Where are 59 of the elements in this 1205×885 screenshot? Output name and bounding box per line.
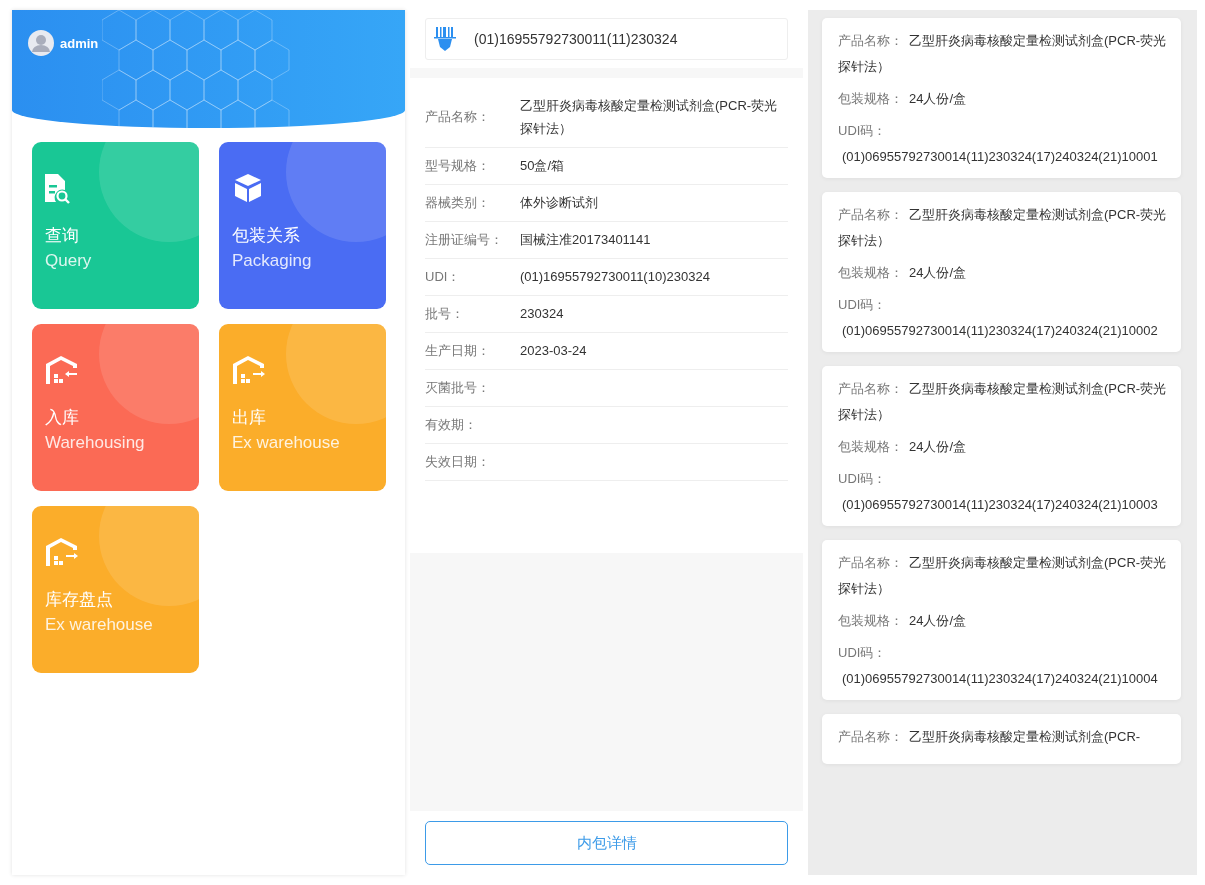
tile-title: 库存盘点 [45, 589, 113, 611]
avatar-icon [28, 30, 54, 56]
menu-tile[interactable]: 包装关系 Packaging [219, 142, 386, 309]
warehouse-out-icon [232, 354, 266, 386]
tile-title: 查询 [45, 225, 79, 247]
field-label: UDI码： [838, 297, 887, 312]
package-spec-text: 包装规格： 24人份/盒 [838, 438, 968, 456]
field-value: 国械注准20173401141 [520, 231, 652, 250]
menu-tile[interactable]: 出库 Ex warehouse [219, 324, 386, 491]
tile-subtitle: Query [45, 251, 92, 271]
field-label: UDI码： [838, 471, 887, 486]
tile-subtitle: Warehousing [45, 433, 145, 453]
field-label: 注册证编号： [425, 230, 504, 249]
product-name-text: 产品名称： 乙型肝炎病毒核酸定量检测试剂盒(PCR-荧光探针法） [838, 206, 1167, 250]
udi-code: (01)06955792730014(11)230324(17)240324(21)10001 [841, 148, 1159, 166]
field-value: (01)16955792730011(10)230324 [520, 268, 711, 287]
field-label: 器械类别： [425, 193, 491, 212]
product-name-text: 产品名称： 乙型肝炎病毒核酸定量检测试剂盒(PCR- [838, 728, 1142, 746]
product-name-text: 产品名称： 乙型肝炎病毒核酸定量检测试剂盒(PCR-荧光探针法） [838, 380, 1167, 424]
field-label: UDI码： [838, 645, 887, 660]
package-spec-text: 包装规格： 24人份/盒 [838, 90, 968, 108]
tile-subtitle: Ex warehouse [45, 615, 153, 635]
inner-package-details-button[interactable]: 内包详情 [425, 821, 788, 865]
warehouse-in-icon [45, 354, 79, 386]
tile-subtitle: Packaging [232, 251, 312, 271]
field-label: 生产日期： [425, 341, 491, 360]
field-value: 乙型肝炎病毒核酸定量检测试剂盒(PCR-荧光探针法） [520, 97, 779, 139]
tile-title: 入库 [45, 407, 79, 429]
scan-field[interactable]: (01)16955792730011(11)230324 [425, 18, 788, 60]
user-name: admin [60, 35, 99, 51]
tile-subtitle: Ex warehouse [232, 433, 340, 453]
field-label: 型号规格： [425, 156, 491, 175]
package-spec-text: 包装规格： 24人份/盒 [838, 264, 968, 282]
field-label: 失效日期： [425, 452, 491, 471]
field-label: UDI： [425, 267, 462, 286]
field-label: 灭菌批号： [425, 378, 491, 397]
udi-code: (01)06955792730014(11)230324(17)240324(21)10003 [841, 496, 1159, 514]
package-spec-text: 包装规格： 24人份/盒 [838, 612, 968, 630]
field-value: 50盒/箱 [520, 157, 566, 176]
udi-code: (01)06955792730014(11)230324(17)240324(21)10002 [841, 322, 1159, 340]
tile-title: 出库 [232, 407, 266, 429]
barcode-scanner-icon [434, 27, 456, 51]
menu-tile[interactable]: 查询 Query [32, 142, 199, 309]
product-name-text: 产品名称： 乙型肝炎病毒核酸定量检测试剂盒(PCR-荧光探针法） [838, 32, 1167, 76]
tile-title: 包装关系 [232, 225, 300, 247]
menu-tile[interactable]: 入库 Warehousing [32, 324, 199, 491]
field-value: 230324 [520, 305, 565, 324]
udi-code: (01)06955792730014(11)230324(17)240324(21)10004 [841, 670, 1159, 688]
field-value: 2023-03-24 [520, 342, 588, 361]
warehouse-out-icon [45, 536, 79, 568]
field-value: 体外诊断试剂 [520, 194, 599, 213]
product-name-text: 产品名称： 乙型肝炎病毒核酸定量检测试剂盒(PCR-荧光探针法） [838, 554, 1167, 598]
field-label: 产品名称： [425, 108, 491, 127]
field-label: 有效期： [425, 415, 478, 434]
document-search-icon [45, 172, 71, 204]
field-label: UDI码： [838, 123, 887, 138]
menu-tile[interactable]: 库存盘点 Ex warehouse [32, 506, 199, 673]
box-icon [232, 172, 264, 204]
field-label: 批号： [425, 304, 465, 323]
